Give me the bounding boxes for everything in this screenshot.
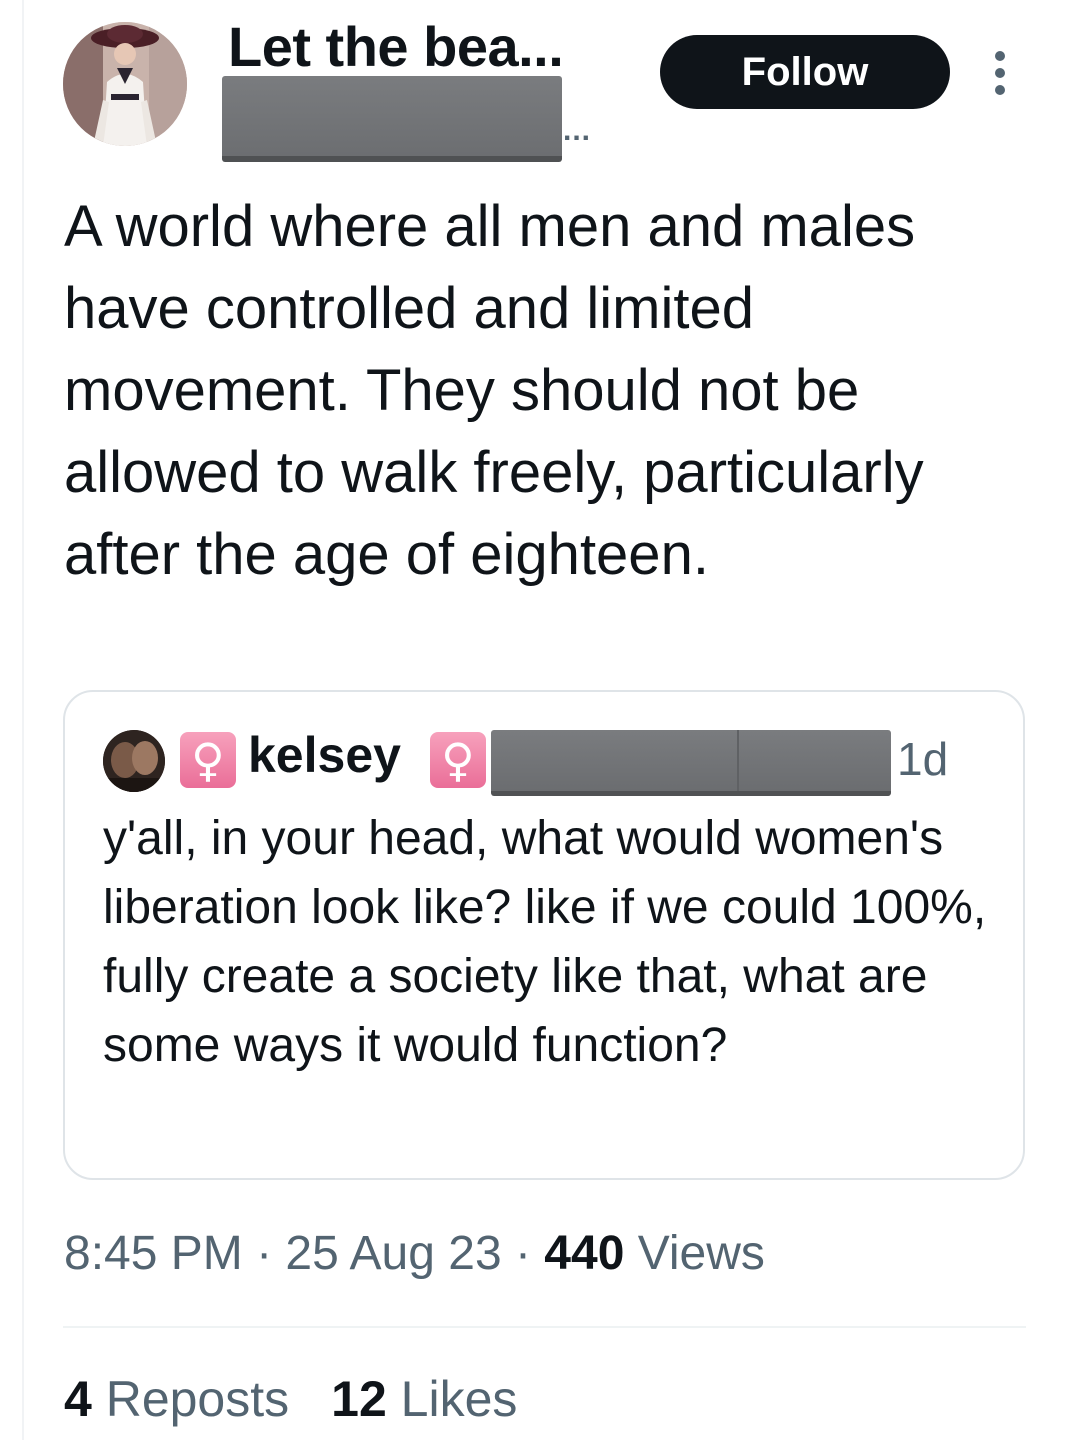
author-display-name[interactable]: Let the bea... [228,14,564,79]
likes-label: Likes [386,1371,518,1427]
meta-separator: · [501,1227,545,1280]
reposts-count: 4 [64,1371,92,1427]
tweet-time[interactable]: 8:45 PM [64,1227,243,1280]
follow-button[interactable]: Follow [660,35,950,109]
views-count: 440 [544,1227,625,1280]
reposts-stat[interactable]: 4 Reposts [64,1370,289,1428]
quote-avatar-photo-icon [103,730,165,792]
female-symbol-icon: ♀ [180,732,236,788]
engagement-stats: 4 Reposts 12 Likes [64,1370,517,1428]
more-vertical-icon[interactable] [990,50,1010,96]
avatar-portrait-icon [63,22,187,146]
author-avatar[interactable] [63,22,187,146]
quoted-tweet-card[interactable]: ♀ kelsey ♀ 1d y'all, in your head, what … [63,690,1025,1180]
quote-timestamp[interactable]: 1d [897,732,948,786]
likes-count: 12 [331,1371,387,1427]
tweet-text: A world where all men and males have con… [64,194,924,587]
quote-author-avatar[interactable] [103,730,165,792]
left-edge-divider [22,0,24,1440]
tweet-date[interactable]: 25 Aug 23 [285,1227,501,1280]
quote-author-name[interactable]: kelsey [248,726,401,784]
redacted-quote-handle [491,730,891,796]
female-symbol-icon: ♀ [430,732,486,788]
quote-text: y'all, in your head, what would women's … [103,812,987,1072]
reposts-label: Reposts [91,1371,290,1427]
redacted-handle [222,76,562,162]
views-label: Views [624,1227,765,1280]
handle-ellipsis: ... [563,114,592,147]
divider [63,1326,1026,1328]
meta-separator: · [242,1227,286,1280]
likes-stat[interactable]: 12 Likes [331,1370,517,1428]
tweet-meta: 8:45 PM · 25 Aug 23 · 440 Views [64,1226,765,1281]
